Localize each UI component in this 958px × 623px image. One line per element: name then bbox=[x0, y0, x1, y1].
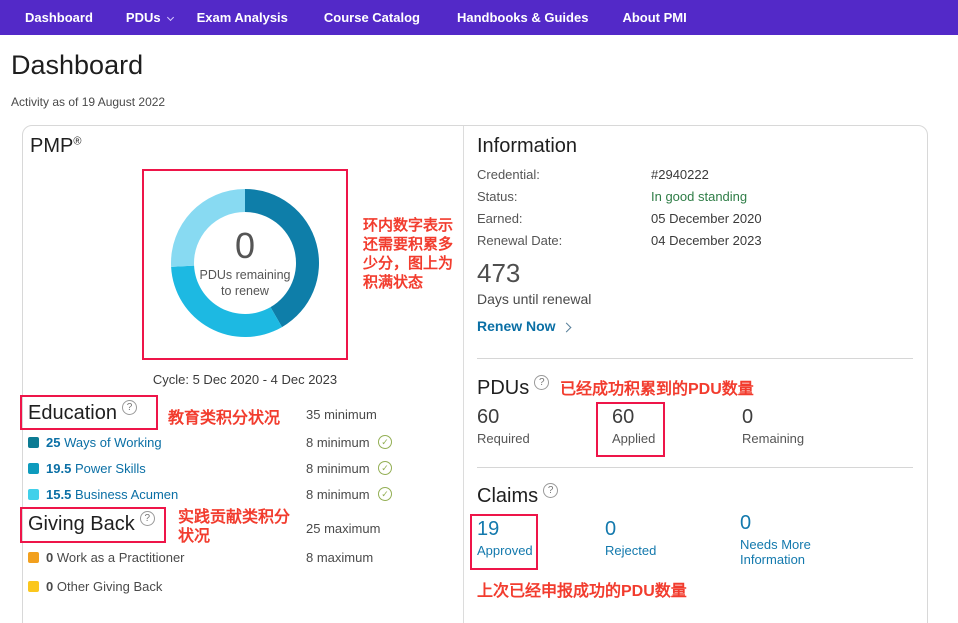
earned-date: 05 December 2020 bbox=[651, 211, 762, 227]
help-icon[interactable]: ? bbox=[543, 483, 558, 498]
days-until-renewal-label: Days until renewal bbox=[477, 291, 591, 307]
category-color-swatch bbox=[28, 552, 39, 563]
education-row: 15.5 Business Acumen 8 minimum ✓ bbox=[28, 486, 453, 503]
information-title: Information bbox=[477, 135, 577, 158]
education-title: Education? bbox=[28, 400, 137, 425]
days-until-renewal-value: 473 bbox=[477, 258, 520, 289]
nav-handbooks-guides[interactable]: Handbooks & Guides bbox=[457, 10, 588, 25]
top-nav: Dashboard PDUs Exam Analysis Course Cata… bbox=[0, 0, 958, 35]
info-label: Status: bbox=[477, 189, 517, 204]
giving-back-row: 0 Work as a Practitioner 8 maximum bbox=[28, 549, 453, 566]
education-limit: 35 minimum bbox=[306, 407, 377, 422]
donut-center-text: 0 PDUs remaining to renew bbox=[165, 183, 325, 343]
education-category-link[interactable]: 25 Ways of Working bbox=[46, 435, 162, 450]
category-limit: 8 maximum bbox=[306, 549, 373, 566]
section-divider bbox=[477, 467, 913, 468]
education-row: 19.5 Power Skills 8 minimum ✓ bbox=[28, 460, 453, 477]
pmi-dashboard-page: Dashboard PDUs Exam Analysis Course Cata… bbox=[0, 0, 958, 623]
giving-back-category[interactable]: 0 Other Giving Back bbox=[46, 579, 162, 594]
giving-back-title: Giving Back? bbox=[28, 511, 155, 536]
annotation-claims-note: 上次已经申报成功的PDU数量 bbox=[477, 577, 687, 601]
nav-exam-analysis[interactable]: Exam Analysis bbox=[197, 10, 288, 25]
giving-back-limit: 25 maximum bbox=[306, 521, 380, 536]
nav-dashboard[interactable]: Dashboard bbox=[25, 10, 93, 25]
nav-about-pmi[interactable]: About PMI bbox=[622, 10, 686, 25]
pdus-remaining-value: 0 bbox=[235, 227, 255, 265]
education-row: 25 Ways of Working 8 minimum ✓ bbox=[28, 434, 453, 451]
giving-back-category[interactable]: 0 Work as a Practitioner bbox=[46, 550, 185, 565]
category-color-swatch bbox=[28, 463, 39, 474]
activity-date: Activity as of 19 August 2022 bbox=[11, 95, 165, 109]
chevron-down-icon bbox=[167, 14, 174, 21]
check-circle-icon: ✓ bbox=[378, 461, 392, 475]
pdus-remaining-stat: 0 Remaining bbox=[742, 406, 804, 446]
cycle-dates: Cycle: 5 Dec 2020 - 4 Dec 2023 bbox=[142, 372, 348, 387]
status-value: In good standing bbox=[651, 189, 747, 205]
renewal-date: 04 December 2023 bbox=[651, 233, 762, 249]
category-limit: 8 minimum bbox=[306, 460, 370, 477]
annotation-box-applied bbox=[596, 402, 665, 457]
nav-pdus[interactable]: PDUs bbox=[126, 10, 173, 25]
education-category-link[interactable]: 19.5 Power Skills bbox=[46, 461, 146, 476]
annotation-box-approved bbox=[470, 514, 538, 570]
registered-mark: ® bbox=[73, 135, 81, 147]
info-row: Renewal Date: 04 December 2023 bbox=[477, 233, 913, 249]
annotation-education-note: 教育类积分状况 bbox=[168, 404, 280, 428]
pdus-required-stat: 60 Required bbox=[477, 406, 530, 446]
help-icon[interactable]: ? bbox=[534, 375, 549, 390]
info-row: Earned: 05 December 2020 bbox=[477, 211, 913, 227]
help-icon[interactable]: ? bbox=[122, 400, 137, 415]
pdus-remaining-label: PDUs remaining to renew bbox=[195, 267, 295, 299]
info-row: Status: In good standing bbox=[477, 189, 913, 205]
category-color-swatch bbox=[28, 581, 39, 592]
giving-back-row: 0 Other Giving Back bbox=[28, 578, 453, 595]
page-title: Dashboard bbox=[11, 50, 143, 81]
check-circle-icon: ✓ bbox=[378, 435, 392, 449]
nav-course-catalog[interactable]: Course Catalog bbox=[324, 10, 420, 25]
claims-title: Claims? bbox=[477, 483, 558, 508]
claims-needs-info-stat[interactable]: 0 Needs More Information bbox=[740, 512, 832, 567]
chevron-right-icon bbox=[561, 323, 571, 333]
card-column-divider bbox=[463, 126, 464, 623]
annotation-giving-back-note: 实践贡献类积分状况 bbox=[178, 508, 304, 546]
credential-number: #2940222 bbox=[651, 167, 709, 183]
claims-rejected-stat[interactable]: 0 Rejected bbox=[605, 518, 656, 558]
renew-now-link[interactable]: Renew Now bbox=[477, 318, 570, 334]
info-row: Credential: #2940222 bbox=[477, 167, 913, 183]
info-label: Credential: bbox=[477, 167, 540, 182]
category-limit: 8 minimum bbox=[306, 486, 370, 503]
pdus-title: PDUs? bbox=[477, 375, 549, 400]
info-label: Earned: bbox=[477, 211, 523, 226]
annotation-pdus-note: 已经成功积累到的PDU数量 bbox=[560, 375, 754, 399]
check-circle-icon: ✓ bbox=[378, 487, 392, 501]
credential-title: PMP® bbox=[30, 135, 81, 158]
category-limit: 8 minimum bbox=[306, 434, 370, 451]
nav-pdus-label: PDUs bbox=[126, 10, 161, 25]
category-color-swatch bbox=[28, 437, 39, 448]
info-label: Renewal Date: bbox=[477, 233, 562, 248]
annotation-donut-note: 环内数字表示还需要积累多少分，图上为积满状态 bbox=[363, 216, 467, 292]
education-category-link[interactable]: 15.5 Business Acumen bbox=[46, 487, 178, 502]
section-divider bbox=[477, 358, 913, 359]
help-icon[interactable]: ? bbox=[140, 511, 155, 526]
category-color-swatch bbox=[28, 489, 39, 500]
